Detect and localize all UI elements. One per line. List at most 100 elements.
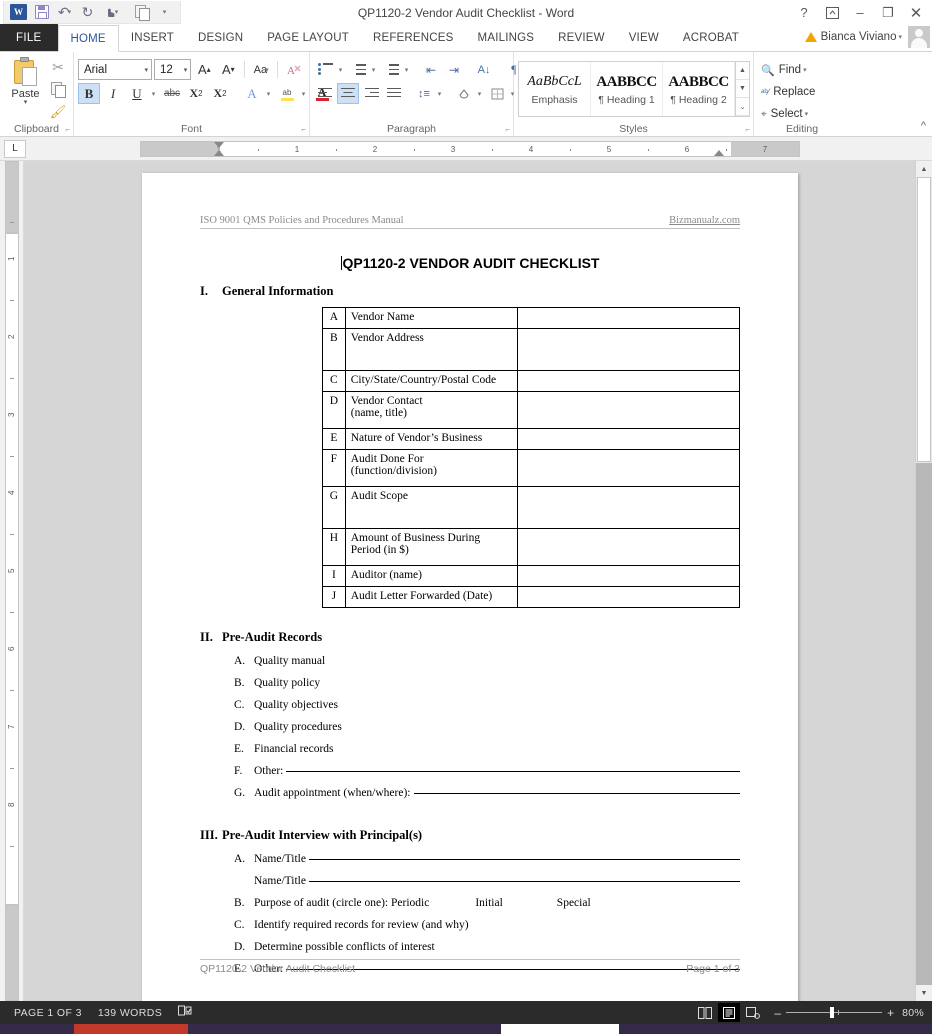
text-highlight-button[interactable]: ab <box>276 83 298 104</box>
list-item[interactable]: F. Other: <box>200 760 740 782</box>
tab-file[interactable]: FILE <box>0 24 58 51</box>
audit-option-special[interactable]: Special <box>557 897 591 909</box>
tab-mailings[interactable]: MAILINGS <box>466 24 547 51</box>
table-row[interactable]: J Audit Letter Forwarded (Date) <box>323 587 740 608</box>
zoom-slider[interactable]: – + <box>774 1007 894 1019</box>
tab-design[interactable]: DESIGN <box>186 24 255 51</box>
bullets-button[interactable] <box>314 59 336 80</box>
close-button[interactable]: ✕ <box>902 2 930 24</box>
section-2-heading[interactable]: II. Pre-Audit Records <box>200 630 740 645</box>
line-spacing-button[interactable]: ↕≡ <box>413 83 435 104</box>
word-count[interactable]: 139 WORDS <box>90 1007 170 1019</box>
clipboard-dialog-launcher[interactable]: ⌐ <box>65 125 70 134</box>
subscript-button[interactable]: X2 <box>185 83 207 104</box>
style-emphasis[interactable]: AaBbCcL Emphasis <box>519 62 591 116</box>
right-indent-marker[interactable] <box>714 150 724 156</box>
list-item[interactable]: A. Name/Title <box>200 848 740 870</box>
numbering-button[interactable] <box>347 59 369 80</box>
section-3-heading[interactable]: III. Pre-Audit Interview with Principal(… <box>200 828 740 843</box>
font-name-combo[interactable]: Arial ▾ <box>78 59 152 80</box>
page-indicator[interactable]: PAGE 1 OF 3 <box>6 1007 90 1019</box>
paste-button[interactable]: Paste ▾ <box>4 55 47 121</box>
row-value-cell[interactable] <box>517 566 739 587</box>
italic-button[interactable]: I <box>102 83 124 104</box>
superscript-button[interactable]: X2 <box>209 83 231 104</box>
paste-caret-icon[interactable]: ▾ <box>24 100 28 106</box>
row-value-cell[interactable] <box>517 429 739 450</box>
tab-home[interactable]: HOME <box>58 25 119 52</box>
vertical-scrollbar[interactable]: ▲ ▼ <box>915 161 932 1001</box>
shading-caret-icon[interactable]: ▾ <box>476 83 485 104</box>
touch-mode-icon[interactable]: ▾ <box>100 3 121 22</box>
tab-references[interactable]: REFERENCES <box>361 24 466 51</box>
tab-insert[interactable]: INSERT <box>119 24 186 51</box>
undo-icon[interactable]: ↶▾ <box>54 3 75 22</box>
tab-stop-selector[interactable]: L <box>4 140 26 158</box>
table-row[interactable]: A Vendor Name <box>323 308 740 329</box>
text-effects-button[interactable]: A <box>241 83 263 104</box>
first-line-indent-marker[interactable] <box>214 142 224 148</box>
table-row[interactable]: I Auditor (name) <box>323 566 740 587</box>
document-header[interactable]: ISO 9001 QMS Policies and Procedures Man… <box>200 215 740 229</box>
sort-button[interactable]: A↓ <box>473 59 495 80</box>
zoom-in-button[interactable]: + <box>887 1007 894 1019</box>
style-heading-1[interactable]: AABBCC ¶ Heading 1 <box>591 62 663 116</box>
qat-overflow-icon[interactable]: ▾ <box>155 3 176 22</box>
zoom-track[interactable] <box>786 1012 882 1013</box>
section-1-heading[interactable]: I. General Information <box>200 284 740 299</box>
align-left-button[interactable] <box>314 83 336 104</box>
find-caret-icon[interactable]: ▾ <box>803 66 807 74</box>
row-value-cell[interactable] <box>517 308 739 329</box>
table-row[interactable]: G Audit Scope <box>323 487 740 529</box>
document-page[interactable]: ISO 9001 QMS Policies and Procedures Man… <box>142 173 798 1001</box>
table-row[interactable]: F Audit Done For (function/division) <box>323 450 740 487</box>
list-item[interactable]: B. Purpose of audit (circle one): Period… <box>200 892 740 914</box>
highlight-caret-icon[interactable]: ▾ <box>300 83 309 104</box>
list-item[interactable]: D. Quality procedures <box>200 716 740 738</box>
cut-button[interactable]: ✂ <box>47 58 69 77</box>
document-footer[interactable]: QP1120-2 Vendor Audit Checklist Page 1 o… <box>200 959 740 975</box>
taskbar-tray-region[interactable] <box>619 1024 932 1034</box>
borders-button[interactable] <box>486 83 508 104</box>
scroll-up-icon[interactable]: ▲ <box>916 161 932 177</box>
vertical-ruler[interactable]: 1 2 3 4 5 6 7 8 <box>0 161 24 1001</box>
bold-button[interactable]: B <box>78 83 100 104</box>
list-item[interactable]: G. Audit appointment (when/where): <box>200 782 740 804</box>
table-row[interactable]: H Amount of Business During Period (in $… <box>323 529 740 566</box>
font-name-caret-icon[interactable]: ▾ <box>144 66 148 74</box>
grow-font-button[interactable]: A▴ <box>193 59 215 80</box>
hanging-indent-marker[interactable] <box>214 150 224 156</box>
fill-in-line[interactable] <box>286 771 740 772</box>
list-item[interactable]: E. Financial records <box>200 738 740 760</box>
style-heading-2[interactable]: AABBCC ¶ Heading 2 <box>663 62 735 116</box>
paragraph-dialog-launcher[interactable]: ⌐ <box>505 125 510 134</box>
strikethrough-button[interactable]: abc <box>161 83 183 104</box>
tab-review[interactable]: REVIEW <box>546 24 617 51</box>
taskbar-start-region[interactable] <box>0 1024 74 1034</box>
help-button[interactable]: ? <box>790 2 818 24</box>
row-value-cell[interactable] <box>517 392 739 429</box>
scrollbar-track[interactable] <box>916 463 932 985</box>
copy-button[interactable] <box>47 80 69 99</box>
align-center-button[interactable] <box>337 83 359 104</box>
align-right-button[interactable] <box>360 83 382 104</box>
list-item[interactable]: C. Quality objectives <box>200 694 740 716</box>
document-canvas[interactable]: ISO 9001 QMS Policies and Procedures Man… <box>24 161 932 1001</box>
change-case-button[interactable]: Aa▾ <box>250 59 272 80</box>
styles-more-icon[interactable]: ⌄ <box>736 98 749 116</box>
list-item[interactable]: B. Quality policy <box>200 672 740 694</box>
touch-mode-caret-icon[interactable]: ▾ <box>115 8 119 16</box>
minimize-button[interactable]: – <box>846 2 874 24</box>
select-button[interactable]: ⌖ Select ▾ <box>758 104 846 124</box>
redo-icon[interactable]: ↻ <box>77 3 98 22</box>
multilevel-caret-icon[interactable]: ▾ <box>403 59 412 80</box>
fill-in-line[interactable] <box>309 881 740 882</box>
multilevel-list-button[interactable] <box>380 59 402 80</box>
read-mode-icon[interactable] <box>694 1003 716 1022</box>
zoom-level[interactable]: 80% <box>902 1007 924 1019</box>
row-value-cell[interactable] <box>517 487 739 529</box>
taskbar-item-active[interactable] <box>501 1024 619 1034</box>
line-spacing-caret-icon[interactable]: ▾ <box>436 83 445 104</box>
list-item[interactable]: C. Identify required records for review … <box>200 914 740 936</box>
font-size-combo[interactable]: 12 ▾ <box>154 59 191 80</box>
